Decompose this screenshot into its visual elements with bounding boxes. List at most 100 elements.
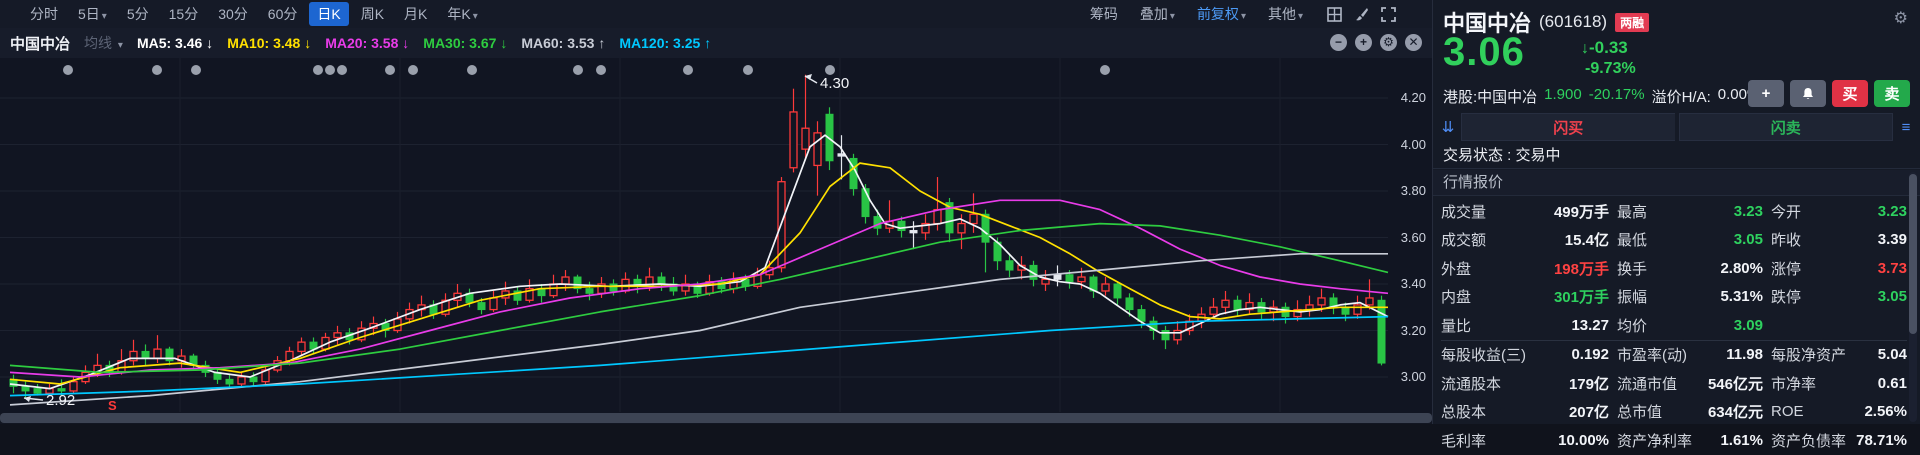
panel-settings-icon[interactable]: ⚙ xyxy=(1894,8,1908,28)
toolbar-icons xyxy=(1327,6,1396,22)
quote-table-row: 每股收益(三) 0.192 市盈率(动) 11.98 每股净资产 5.04 xyxy=(1441,341,1907,370)
zoom-out-icon[interactable]: − xyxy=(1330,34,1347,51)
quote-label: 流通股本 xyxy=(1441,375,1502,393)
quote-value: 546亿元 xyxy=(1707,375,1763,393)
quote-cell: 每股净资产 5.04 xyxy=(1771,344,1907,365)
quote-cell: 资产净利率 1.61% xyxy=(1617,430,1763,451)
sell-button[interactable]: 卖 xyxy=(1874,80,1910,107)
period-tabs: 分时 5日 ▾ 5分 15分 30分 60分 日K 周K 月K 年K ▾ xyxy=(0,2,486,26)
quote-label: 换手 xyxy=(1617,260,1648,278)
collapse-down-icon[interactable]: ⇊ xyxy=(1439,118,1457,136)
quote-table-row: 成交额 15.4亿 最低 3.05 昨收 3.39 xyxy=(1441,226,1907,255)
quote-label: 量比 xyxy=(1441,317,1472,335)
quote-label: 成交额 xyxy=(1441,232,1487,250)
quote-value: 15.4亿 xyxy=(1564,232,1609,250)
quote-label: 今开 xyxy=(1771,203,1802,221)
price-tick: 3.20 xyxy=(1400,322,1426,338)
quote-value: 2.56% xyxy=(1864,403,1907,421)
add-watchlist-button[interactable]: + xyxy=(1748,80,1784,107)
down-arrow-icon: ↓ xyxy=(1581,40,1589,57)
quote-value: 198万手 xyxy=(1553,260,1609,278)
price-change-pct: -9.73% xyxy=(1585,60,1636,77)
quote-label: 最高 xyxy=(1617,203,1648,221)
quote-cell: 振幅 5.31% xyxy=(1617,286,1763,307)
buy-button[interactable]: 买 xyxy=(1832,80,1868,107)
quote-value: 2.80% xyxy=(1720,259,1763,277)
period-tab[interactable]: 日K xyxy=(309,2,349,26)
period-tab[interactable]: 月K xyxy=(396,2,435,26)
ma-selector-dropdown[interactable]: 均线 ▾ xyxy=(84,33,123,53)
quote-value: 499万手 xyxy=(1553,203,1609,221)
price-tick: 4.00 xyxy=(1400,136,1426,152)
quote-label: 总市值 xyxy=(1617,404,1663,422)
quote-cell: 均价 3.09 xyxy=(1617,315,1763,336)
quote-value: 179亿 xyxy=(1568,375,1609,393)
period-tab[interactable]: 5日 ▾ xyxy=(70,2,115,26)
flash-trade-row: ⇊ 闪买 闪卖 ≡ xyxy=(1439,113,1915,141)
zoom-in-icon[interactable]: + xyxy=(1355,34,1372,51)
quote-label: 涨停 xyxy=(1771,260,1802,278)
chart-tool-menu[interactable]: 叠加 ▾ xyxy=(1132,2,1183,26)
chart-tool-menus: 筹码 叠加 ▾ 前复权 ▾ 其他 ▾ xyxy=(1082,2,1311,26)
flash-buy-button[interactable]: 闪买 xyxy=(1461,113,1675,141)
period-tab[interactable]: 周K xyxy=(353,2,392,26)
quote-cell: 总市值 634亿元 xyxy=(1617,401,1763,422)
quote-value: 0.61 xyxy=(1877,374,1907,392)
quote-cell: 最高 3.23 xyxy=(1617,201,1763,222)
quote-value: 0.192 xyxy=(1571,346,1609,364)
chevron-down-icon: ▾ xyxy=(1240,11,1246,22)
candlestick-chart[interactable]: 4.30 2.92 S 4.20 4.00 3.80 3.60 3.40 3.20 3.00 xyxy=(0,58,1432,413)
brush-icon[interactable] xyxy=(1354,7,1369,22)
ma-header: 中国中冶 均线 ▾ MA5: 3.46 ↓ MA10: 3.48 ↓ MA20: 3… xyxy=(0,28,1432,58)
quote-label: 成交量 xyxy=(1441,203,1487,221)
hk-price: 1.900 xyxy=(1544,86,1582,103)
flash-sell-button[interactable]: 闪卖 xyxy=(1678,113,1893,141)
quote-label: 资产负债率 xyxy=(1771,432,1847,450)
price-tick: 3.00 xyxy=(1400,369,1426,384)
hk-pct: -20.17% xyxy=(1588,86,1645,103)
quote-cell: 毛利率 10.00% xyxy=(1441,430,1609,451)
period-tab[interactable]: 5分 xyxy=(119,2,157,26)
quote-label: 最低 xyxy=(1617,232,1648,250)
alert-bell-button[interactable] xyxy=(1790,80,1826,107)
quote-label: 每股净资产 xyxy=(1771,347,1847,365)
chevron-down-icon: ▾ xyxy=(101,11,107,22)
quote-value: 207亿 xyxy=(1568,404,1609,422)
close-chart-icon[interactable]: ✕ xyxy=(1405,34,1422,51)
period-tab[interactable]: 分时 xyxy=(22,2,66,26)
quote-value: 634亿元 xyxy=(1707,404,1763,422)
panel-scrollbar-thumb[interactable] xyxy=(1909,174,1917,334)
chart-tool-menu[interactable]: 前复权 ▾ xyxy=(1189,2,1254,26)
period-toolbar: 分时 5日 ▾ 5分 15分 30分 60分 日K 周K 月K 年K ▾ 筹码 叠加 ▾ 前复权 ▾ 其他 ▾ xyxy=(0,0,1432,29)
quote-label: 市净率 xyxy=(1771,375,1817,393)
hk-label: 港股:中国中冶 xyxy=(1443,89,1538,106)
price-tick: 3.80 xyxy=(1400,183,1426,198)
quote-label: 内盘 xyxy=(1441,289,1472,307)
chart-area: 分时 5日 ▾ 5分 15分 30分 60分 日K 周K 月K 年K ▾ 筹码 叠加 ▾ 前复权 ▾ 其他 ▾ 中… xyxy=(0,0,1432,424)
period-tab[interactable]: 年K ▾ xyxy=(439,2,485,26)
quote-cell: 市净率 0.61 xyxy=(1771,373,1907,394)
chart-tool-menu[interactable]: 其他 ▾ xyxy=(1260,2,1311,26)
quote-cell: 成交量 499万手 xyxy=(1441,201,1609,222)
fullscreen-icon[interactable] xyxy=(1381,6,1396,22)
ma-value: MA60: 3.53 ↑ xyxy=(521,35,606,51)
svg-text:2.92: 2.92 xyxy=(46,392,75,409)
quote-label: 资产净利率 xyxy=(1617,432,1693,450)
ma-value: MA30: 3.67 ↓ xyxy=(423,35,508,51)
chart-settings-icon[interactable]: ⚙ xyxy=(1380,34,1397,51)
period-tab[interactable]: 60分 xyxy=(260,2,306,26)
layout-grid-icon[interactable] xyxy=(1327,6,1342,22)
chart-tool-menu[interactable]: 筹码 xyxy=(1082,2,1126,26)
quote-label: 振幅 xyxy=(1617,289,1648,307)
period-tab[interactable]: 15分 xyxy=(161,2,207,26)
chart-scrollbar[interactable] xyxy=(0,413,1432,423)
period-tab[interactable]: 30分 xyxy=(210,2,256,26)
quote-value: 3.39 xyxy=(1877,231,1907,249)
quote-table-row: 流通股本 179亿 流通市值 546亿元 市净率 0.61 xyxy=(1441,369,1907,398)
quote-label: 总股本 xyxy=(1441,404,1487,422)
stock-trading-app: { "toolbar": { "left_items": [ {"label":… xyxy=(0,0,1920,450)
quote-value: 3.09 xyxy=(1733,316,1763,334)
quote-cell: 跌停 3.05 xyxy=(1771,286,1907,307)
menu-icon[interactable]: ≡ xyxy=(1897,119,1915,136)
quote-value: 78.71% xyxy=(1856,431,1907,449)
